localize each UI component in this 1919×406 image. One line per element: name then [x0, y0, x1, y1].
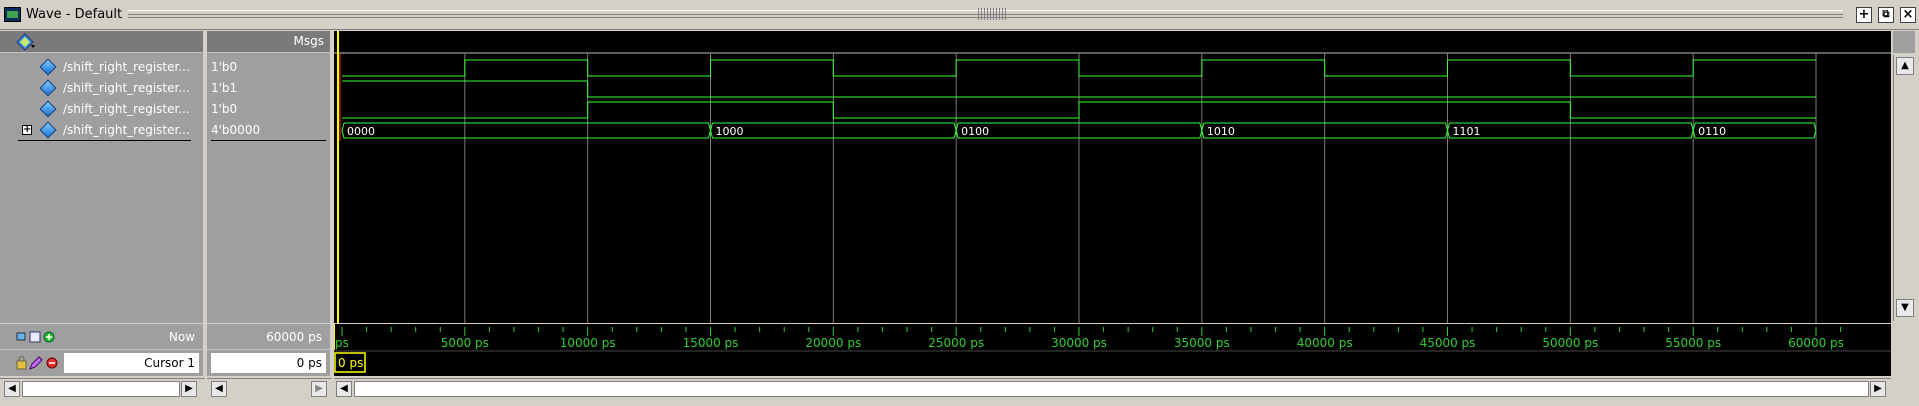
vertical-scrollbar[interactable]: ▲ ▼: [1893, 55, 1915, 321]
close-icon[interactable]: ×: [1900, 7, 1916, 23]
waveform-pane[interactable]: 0000 1000 0100 1010 1101 0110: [334, 31, 1891, 323]
scroll-left-icon[interactable]: ◀: [4, 381, 20, 397]
signal-wave-3: [342, 101, 1816, 119]
timeline-tick-label: 40000 ps: [1297, 336, 1353, 350]
diamond-signal-icon: [39, 121, 57, 139]
scroll-left-icon[interactable]: ◀: [336, 381, 352, 397]
bus-value-label: 0000: [347, 125, 375, 138]
window-titlebar: Wave - Default + ⧉ ×: [0, 0, 1919, 30]
now-row: Now: [0, 324, 203, 350]
bus-segment: [341, 122, 712, 139]
value-row[interactable]: 1'b0: [207, 99, 330, 120]
signal-row[interactable]: /shift_right_register...: [0, 57, 203, 78]
add-icon: [29, 331, 41, 343]
signal-value: 1'b0: [211, 102, 238, 116]
names-hscrollbar[interactable]: ◀ ▶: [0, 378, 205, 400]
values-header: Msgs: [207, 31, 330, 53]
expand-plus-icon[interactable]: +: [22, 125, 32, 135]
bus-value-label: 1000: [716, 125, 744, 138]
timeline-tick-label: 5000 ps: [441, 336, 489, 350]
timeline-tick-label: 55000 ps: [1665, 336, 1721, 350]
zoom-in-icon[interactable]: +: [1856, 7, 1872, 23]
cursor-values-pane: 60000 ps 0 ps: [207, 324, 332, 376]
signal-value: 4'b0000: [211, 123, 261, 137]
scroll-up-icon[interactable]: ▲: [1896, 57, 1914, 75]
waveform-canvas[interactable]: 0000 1000 0100 1010 1101 0110: [334, 31, 1891, 323]
timeline-tick-label: 15000 ps: [683, 336, 739, 350]
scroll-right-icon[interactable]: ▶: [181, 381, 197, 397]
diamond-signal-icon: [39, 100, 57, 118]
signal-row[interactable]: + /shift_right_register...: [0, 120, 203, 141]
scroll-right-icon[interactable]: ▶: [1870, 381, 1886, 397]
window-title: Wave - Default: [26, 7, 123, 22]
value-row[interactable]: 4'b0000: [207, 120, 330, 141]
wave-window-icon: [4, 7, 21, 22]
names-scroll-thumb[interactable]: [22, 381, 180, 397]
signal-name: /shift_right_register...: [63, 102, 190, 116]
signal-name: /shift_right_register...: [63, 123, 190, 137]
scroll-left-icon[interactable]: ◀: [211, 381, 227, 397]
timeline-tick-label: 45000 ps: [1420, 336, 1476, 350]
now-value: 60000 ps: [266, 330, 322, 344]
monitor-icon: [16, 332, 26, 341]
plus-circle-icon: [43, 331, 55, 343]
signal-name: /shift_right_register...: [63, 60, 190, 74]
timeline-ruler[interactable]: ps 5000 ps 10000 ps 15000 ps 20000 ps 25000 p…: [333, 324, 1891, 376]
timeline-tick-label: 10000 ps: [560, 336, 616, 350]
cursor-value-row[interactable]: 0 ps: [207, 350, 330, 376]
diamond-signal-icon: [39, 79, 57, 97]
signal-wave-1: [342, 59, 1816, 77]
msgs-label: Msgs: [293, 34, 324, 48]
timeline-tick-label: 25000 ps: [928, 336, 984, 350]
edit-pen-icon: [29, 356, 43, 370]
names-header: [0, 31, 203, 53]
signal-group-icon[interactable]: [16, 33, 36, 51]
delete-cursor-icon: [46, 357, 58, 369]
undock-icon[interactable]: ⧉: [1878, 7, 1894, 23]
value-row[interactable]: 1'b0: [207, 57, 330, 78]
cursor-row[interactable]: Cursor 1: [0, 350, 203, 376]
timeline-tick-label: 35000 ps: [1174, 336, 1230, 350]
right-strip-header: [1893, 31, 1915, 53]
signal-values-pane: Msgs 1'b0 1'b1 1'b0 4'b0000: [207, 31, 332, 323]
scroll-right-icon[interactable]: ▶: [311, 381, 327, 397]
cursor-names-pane: Now Cursor 1: [0, 324, 205, 376]
timeline-tick-label: ps: [335, 336, 349, 350]
bus-value-label: 0100: [961, 125, 989, 138]
cursor-toolbar-icons[interactable]: [16, 356, 62, 370]
wave-hscrollbar[interactable]: ◀ ▶: [334, 378, 1891, 400]
timeline-tick-label: 50000 ps: [1542, 336, 1598, 350]
scroll-down-icon[interactable]: ▼: [1896, 299, 1914, 317]
signal-names-pane: /shift_right_register... /shift_right_re…: [0, 31, 205, 323]
signal-name: /shift_right_register...: [63, 81, 190, 95]
signal-value: 1'b0: [211, 60, 238, 74]
selection-underline: [18, 140, 191, 141]
signal-value: 1'b1: [211, 81, 238, 95]
values-hscrollbar[interactable]: ◀ ▶: [207, 378, 332, 400]
cursor-value: 0 ps: [296, 356, 322, 370]
now-value-row: 60000 ps: [207, 324, 330, 350]
selection-underline: [211, 140, 326, 141]
titlebar-drag-handle[interactable]: [978, 8, 1006, 20]
bus-value-label: 0110: [1698, 125, 1726, 138]
bus-value-label: 1101: [1453, 125, 1481, 138]
timeline-tick-label: 30000 ps: [1051, 336, 1107, 350]
value-row[interactable]: 1'b1: [207, 78, 330, 99]
now-toolbar-icons[interactable]: [16, 330, 62, 344]
cursor-time-label: 0 ps: [338, 356, 363, 370]
cursor-name: Cursor 1: [144, 356, 195, 370]
timeline-tick-label: 20000 ps: [805, 336, 861, 350]
timeline-tick-label: 60000 ps: [1788, 336, 1844, 350]
signal-row[interactable]: /shift_right_register...: [0, 78, 203, 99]
bus-value-label: 1010: [1207, 125, 1235, 138]
lock-icon: [16, 356, 27, 370]
timeline-pane[interactable]: ps 5000 ps 10000 ps 15000 ps 20000 ps 25000 p…: [333, 324, 1891, 376]
now-label: Now: [168, 330, 195, 344]
wave-scroll-thumb[interactable]: [354, 381, 1869, 397]
signal-row[interactable]: /shift_right_register...: [0, 99, 203, 120]
diamond-signal-icon: [39, 58, 57, 76]
